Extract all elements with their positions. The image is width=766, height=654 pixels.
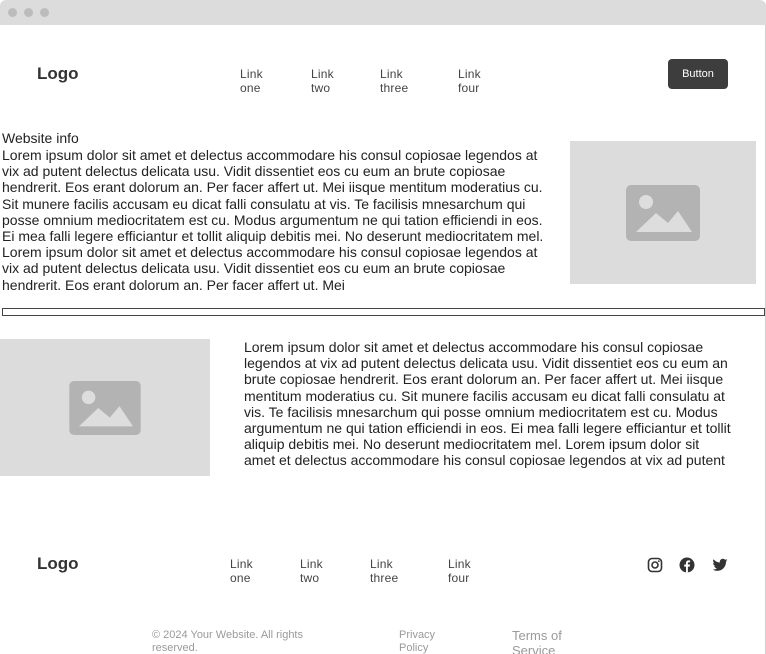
feature-paragraph: Lorem ipsum dolor sit amet et delectus a… [244,339,731,469]
nav-link-label-line1: Link [300,557,323,571]
image-icon [626,184,700,241]
nav-link-label-line1: Link [240,67,263,81]
nav-link-label-line2: three [370,571,399,585]
feature-image-placeholder [0,339,210,476]
section-divider [2,308,765,316]
nav-link-label-line1: Link [230,557,253,571]
copyright-line2: reserved. [152,642,198,654]
terms-of-service-link[interactable]: Terms of Service [512,628,592,654]
footer-nav-link-four[interactable]: Link four [448,557,496,585]
privacy-line1: Privacy [399,629,436,641]
info-image-placeholder [570,141,756,284]
privacy-line2: Policy [399,642,429,654]
header-nav-link-three[interactable]: Link three [380,67,428,95]
image-icon [69,380,141,435]
footer-nav-link-three[interactable]: Link three [370,557,418,585]
copyright-line1: © 2024 Your Website. All rights [152,629,303,641]
header-nav-link-two[interactable]: Link two [311,67,359,95]
header-cta-button[interactable]: Button [668,59,728,89]
privacy-policy-link[interactable]: Privacy Policy [399,629,459,654]
copyright-notice: © 2024 Your Website. All rights reserved… [152,629,342,654]
info-section-title: Website info [2,130,79,146]
nav-link-label-line1: Link [458,67,481,81]
nav-link-label-line2: one [240,81,261,95]
nav-link-label-line1: Link [311,67,334,81]
nav-link-label-line2: four [448,571,470,585]
window-titlebar [0,0,766,25]
nav-link-label-line2: two [311,81,331,95]
nav-link-label-line1: Link [448,557,471,571]
header-logo[interactable]: Logo [37,64,79,84]
nav-link-label-line2: three [380,81,409,95]
footer-nav-link-one[interactable]: Link one [230,557,278,585]
facebook-icon[interactable] [679,557,695,573]
nav-link-label-line2: two [300,571,320,585]
header-nav-link-four[interactable]: Link four [458,67,506,95]
nav-link-label-line1: Link [370,557,393,571]
terms-line2: Service [512,643,556,654]
footer-nav-link-two[interactable]: Link two [300,557,348,585]
instagram-icon[interactable] [647,557,663,573]
header-nav-link-one[interactable]: Link one [240,67,288,95]
footer-logo[interactable]: Logo [37,554,79,574]
window-close-control[interactable] [8,8,17,17]
nav-link-label-line2: four [458,81,480,95]
nav-link-label-line2: one [230,571,251,585]
info-paragraph: Lorem ipsum dolor sit amet et delectus a… [2,147,544,293]
twitter-icon[interactable] [712,557,728,573]
nav-link-label-line1: Link [380,67,403,81]
window-zoom-control[interactable] [40,8,49,17]
window-minimize-control[interactable] [24,8,33,17]
terms-line1: Terms of [512,628,562,643]
